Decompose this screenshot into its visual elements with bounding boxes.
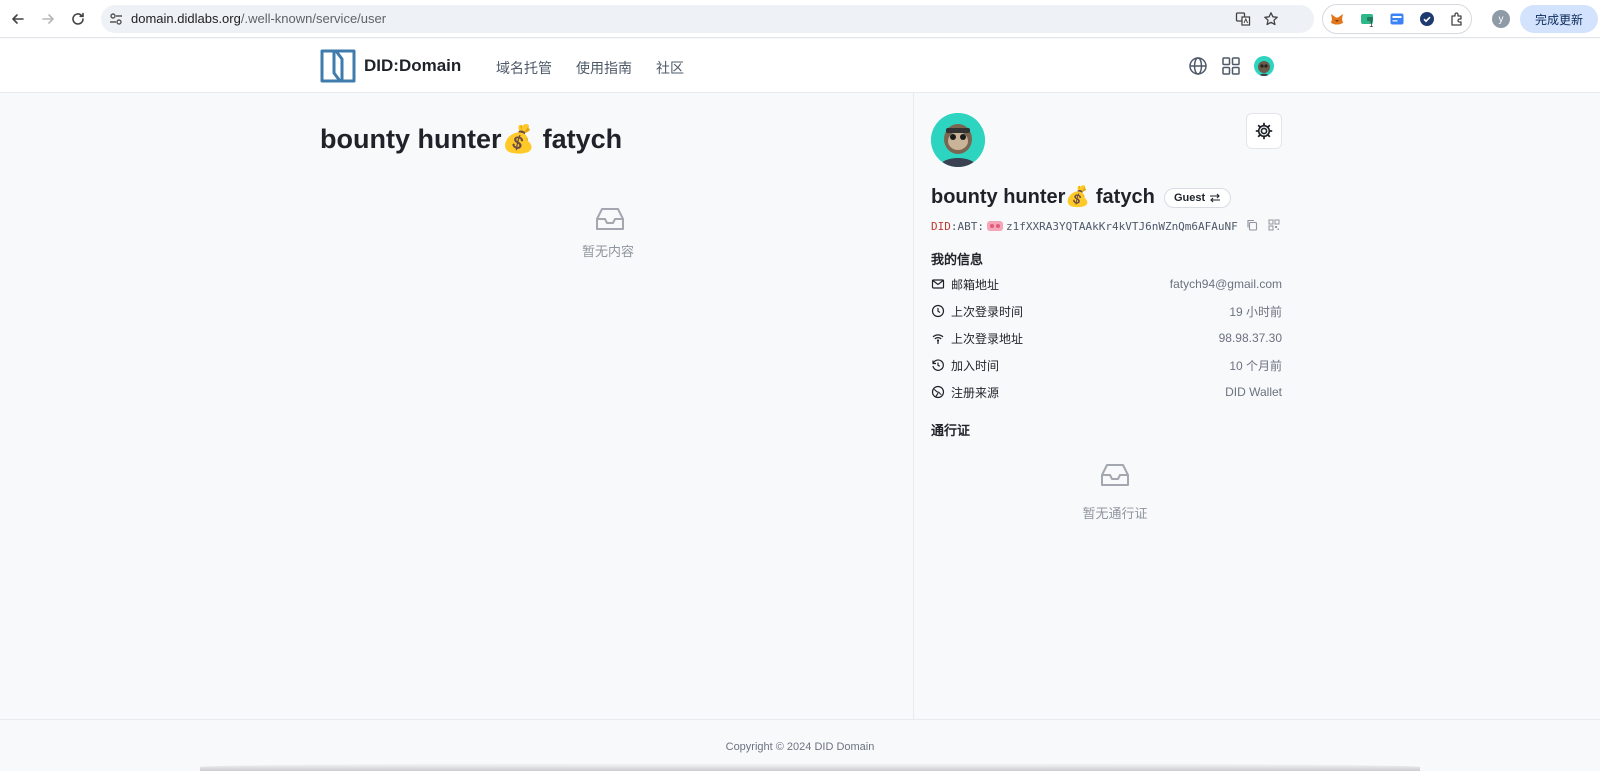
signal-icon xyxy=(931,331,945,345)
profile-name: bounty hunter💰 fatych xyxy=(931,186,1155,208)
settings-button[interactable] xyxy=(1246,113,1282,149)
info-row-registration-source: 注册来源 DID Wallet xyxy=(931,382,1282,402)
info-label: 注册来源 xyxy=(951,385,1000,400)
mail-icon xyxy=(931,277,945,291)
info-value: 98.98.37.30 xyxy=(1218,331,1282,345)
info-value: fatych94@gmail.com xyxy=(1169,277,1282,291)
user-avatar[interactable] xyxy=(1254,56,1274,76)
did-value[interactable]: z1fXXRA3YQTAAkKr4kVTJ6nWZnQm6AFAuNF xyxy=(1006,220,1238,233)
info-row-last-login-time: 上次登录时间 19 小时前 xyxy=(931,301,1282,321)
role-switch-badge[interactable]: Guest xyxy=(1164,188,1232,208)
browser-toolbar: domain.didlabs.org/.well-known/service/u… xyxy=(0,0,1600,38)
check-extension-icon[interactable] xyxy=(1419,11,1435,27)
info-row-last-login-address: 上次登录地址 98.98.37.30 xyxy=(931,328,1282,348)
nav-community[interactable]: 社区 xyxy=(656,58,684,78)
did-address: DID:ABT: z1fXXRA3YQTAAkKr4kVTJ6nWZnQm6AF… xyxy=(931,219,1286,233)
my-info-title: 我的信息 xyxy=(931,252,984,267)
extensions-group: 1 xyxy=(1322,4,1472,34)
swap-icon xyxy=(1210,193,1221,203)
role-badge-label: Guest xyxy=(1174,192,1206,204)
brand-name[interactable]: DID:Domain xyxy=(364,56,461,76)
did-domain-logo-icon[interactable] xyxy=(320,49,356,83)
empty-content-text: 暂无内容 xyxy=(581,244,634,259)
info-label: 邮箱地址 xyxy=(951,277,1000,292)
update-button[interactable]: 完成更新 xyxy=(1520,5,1598,33)
forward-button[interactable] xyxy=(38,9,58,29)
browser-profile-avatar[interactable]: y xyxy=(1492,10,1510,28)
page-title: bounty hunter💰 fatych xyxy=(320,124,623,154)
card-extension-icon[interactable] xyxy=(1389,11,1405,27)
did-avatar-icon xyxy=(986,220,1004,232)
url-path: /.well-known/service/user xyxy=(240,11,387,26)
info-label: 上次登录地址 xyxy=(951,331,1024,346)
reload-icon xyxy=(72,12,84,25)
globe-icon xyxy=(931,385,945,399)
nav-domain-hosting[interactable]: 域名托管 xyxy=(496,58,552,78)
metamask-extension-icon[interactable] xyxy=(1329,11,1345,27)
arrow-right-icon xyxy=(42,14,54,24)
site-settings-icon[interactable] xyxy=(108,11,124,27)
nav-user-guide[interactable]: 使用指南 xyxy=(576,58,632,78)
qrcode-icon[interactable] xyxy=(1268,219,1282,233)
bookmark-star-icon[interactable] xyxy=(1262,10,1280,28)
apps-grid-icon[interactable] xyxy=(1220,55,1242,77)
copy-icon[interactable] xyxy=(1246,219,1260,233)
bottom-shadow xyxy=(200,763,1420,771)
address-bar[interactable]: domain.didlabs.org/.well-known/service/u… xyxy=(101,5,1314,33)
inbox-empty-icon xyxy=(582,205,638,239)
url-text: domain.didlabs.org/.well-known/service/u… xyxy=(131,11,386,26)
translate-icon[interactable] xyxy=(1234,10,1252,28)
gear-icon xyxy=(1255,122,1273,140)
main-content: bounty hunter💰 fatych 暂无内容 xyxy=(0,93,913,719)
history-icon xyxy=(931,358,945,372)
inbox-empty-icon xyxy=(1087,461,1143,495)
extension-badge: 1 xyxy=(1369,20,1374,29)
info-value: DID Wallet xyxy=(1225,385,1282,399)
info-row-email: 邮箱地址 fatych94@gmail.com xyxy=(931,274,1282,294)
clock-icon xyxy=(931,304,945,318)
url-host: domain.didlabs.org xyxy=(131,11,241,26)
passport-title: 通行证 xyxy=(931,423,971,438)
profile-card: bounty hunter💰 fatych Guest DID:ABT: z1f… xyxy=(914,93,1600,719)
arrow-left-icon xyxy=(12,14,24,24)
back-button[interactable] xyxy=(8,9,28,29)
info-label: 加入时间 xyxy=(951,358,1000,373)
copyright-text: Copyright © 2024 DID Domain xyxy=(725,741,875,753)
reload-button[interactable] xyxy=(68,9,88,29)
info-row-join-time: 加入时间 10 个月前 xyxy=(931,355,1282,375)
app-header: DID:Domain 域名托管 使用指南 社区 xyxy=(0,39,1600,93)
language-globe-icon[interactable] xyxy=(1187,55,1209,77)
info-label: 上次登录时间 xyxy=(951,304,1024,319)
did-abt-label: :ABT: xyxy=(950,219,984,233)
did-prefix: DID xyxy=(931,219,951,233)
info-value: 10 个月前 xyxy=(1229,358,1282,373)
info-value: 19 小时前 xyxy=(1229,304,1282,319)
puzzle-extensions-icon[interactable] xyxy=(1449,11,1465,27)
passport-empty-text: 暂无通行证 xyxy=(1082,506,1148,521)
profile-avatar xyxy=(931,113,985,167)
